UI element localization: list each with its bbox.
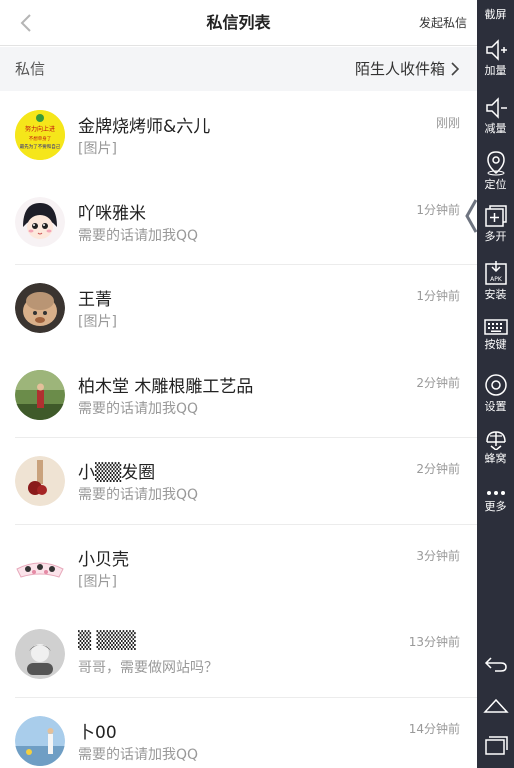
toolbar-label: 设置 [484,400,507,413]
contact-name: ▒ ▒▒▒ [78,631,136,651]
list-item[interactable]: 小贝壳 [图片] 3分钟前 [0,525,477,612]
avatar: 努力向上进 不想单身了 最先为了不要和自己 [15,110,65,160]
toolbar-keymap-button[interactable]: 按键 [477,318,514,351]
toolbar-label: 截屏 [484,8,507,21]
toolbar-screenshot-button[interactable]: 截屏 [477,0,514,21]
avatar [15,369,65,420]
title-bar: 私信列表 发起私信 [0,0,477,46]
volume-up-icon [485,39,507,61]
toolbar-label: 多开 [484,230,507,243]
keyboard-icon [483,319,508,335]
avatar-text-1: 努力向上进 [25,125,55,133]
contact-name: 吖咪雅米 [78,203,146,224]
toolbar-settings-button[interactable]: 设置 [477,372,514,413]
avatar [15,456,65,506]
avatar [15,629,65,679]
message-time: 刚刚 [435,116,460,130]
message-time: 1分钟前 [416,202,460,217]
list-item[interactable]: ▒ ▒▒▒ 哥哥，需要做网站吗？ 13分钟前 [0,611,477,698]
message-time: 3分钟前 [416,548,460,563]
toolbar-honeycomb-button[interactable]: 蜂窝 [477,428,514,465]
svg-text:APK: APK [490,276,503,283]
contact-name: 金牌烧烤师&六儿 [78,117,211,137]
stranger-inbox-label: 陌生人收件箱 [354,60,445,78]
message-preview: 哥哥，需要做网站吗？ [78,660,218,676]
list-item[interactable]: 小▒▒发圈 需要的话请加我QQ 2分钟前 [0,438,477,525]
multi-open-icon [484,205,507,227]
toolbar-more-button[interactable]: 更多 [477,488,514,513]
message-preview: 需要的话请加我QQ [78,227,199,244]
nav-home-button[interactable] [477,696,514,716]
contact-name: 柏木堂 木雕根雕工艺品 [78,376,254,397]
avatar-text-3: 最先为了不要和自己 [20,143,61,150]
toolbar-volume-up-button[interactable]: 加量 [477,38,514,77]
section-label: 私信 [15,60,46,78]
message-time: 14分钟前 [408,721,460,736]
toolbar-multi-open-button[interactable]: 多开 [477,204,514,243]
collapse-arrow-icon[interactable] [463,198,477,234]
message-preview: [图片] [78,141,117,157]
settings-icon [484,374,507,396]
apk-install-icon: APK [484,261,507,285]
message-preview: 需要的话请加我QQ [78,487,199,503]
list-item[interactable]: 卜00 需要的话请加我QQ 14分钟前 [0,698,477,768]
app-window: 私信列表 发起私信 私信 陌生人收件箱 努力向上进 不想单身了 最先为了不要和自… [0,0,477,768]
toolbar-label: 减量 [484,122,507,135]
toolbar-install-apk-button[interactable]: APK 安装 [477,260,514,301]
contact-name: 王菁 [78,290,112,310]
honeycomb-icon [485,431,506,450]
compose-message-button[interactable]: 发起私信 [419,0,467,46]
toolbar-label: 蜂窝 [484,452,507,465]
nav-back-button[interactable] [477,654,514,674]
avatar-text-2: 不想单身了 [29,135,52,142]
message-preview: 需要的话请加我QQ [78,746,199,763]
message-time: 1分钟前 [416,289,460,303]
stranger-inbox-link[interactable]: 陌生人收件箱 [355,47,459,91]
nav-recent-apps-button[interactable] [477,734,514,756]
message-preview: [图片] [78,573,117,590]
toolbar-label: 按键 [484,338,507,351]
message-time: 13分钟前 [408,635,460,649]
location-icon [486,151,505,176]
list-item[interactable]: 柏木堂 木雕根雕工艺品 需要的话请加我QQ 2分钟前 [0,352,477,438]
toolbar-location-button[interactable]: 定位 [477,150,514,191]
toolbar-label: 定位 [484,178,507,191]
message-time: 2分钟前 [416,462,460,476]
list-item[interactable]: 王菁 [图片] 1分钟前 [0,265,477,352]
back-icon [484,657,507,672]
avatar [15,283,65,333]
toolbar-label: 安装 [484,288,507,301]
more-icon [486,491,505,495]
contact-name: 小▒▒发圈 [78,463,156,483]
toolbar-label: 加量 [484,64,507,77]
list-item[interactable]: 努力向上进 不想单身了 最先为了不要和自己 金牌烧烤师&六儿 [图片] 刚刚 [0,92,477,179]
recent-apps-icon [484,736,508,755]
contact-name: 小贝壳 [78,549,129,570]
toolbar-volume-down-button[interactable]: 减量 [477,96,514,135]
page-title: 私信列表 [206,13,271,32]
message-preview: 需要的话请加我QQ [78,400,199,417]
section-header: 私信 陌生人收件箱 [0,47,477,91]
message-time: 2分钟前 [416,375,460,390]
avatar [15,715,65,766]
contact-name: 卜00 [78,722,117,743]
home-icon [482,698,509,713]
volume-down-icon [485,97,507,119]
emulator-toolbar: 截屏 加量 减量 定位 多开 APK 安装 按键 设置 蜂窝 更多 [477,0,514,768]
toolbar-label: 更多 [484,500,507,513]
chevron-right-icon [451,62,459,76]
avatar [15,196,65,247]
list-item[interactable]: 吖咪雅米 需要的话请加我QQ 1分钟前 [0,179,477,265]
avatar [15,542,65,593]
message-list: 努力向上进 不想单身了 最先为了不要和自己 金牌烧烤师&六儿 [图片] 刚刚 吖… [0,92,477,768]
message-preview: [图片] [78,314,117,330]
